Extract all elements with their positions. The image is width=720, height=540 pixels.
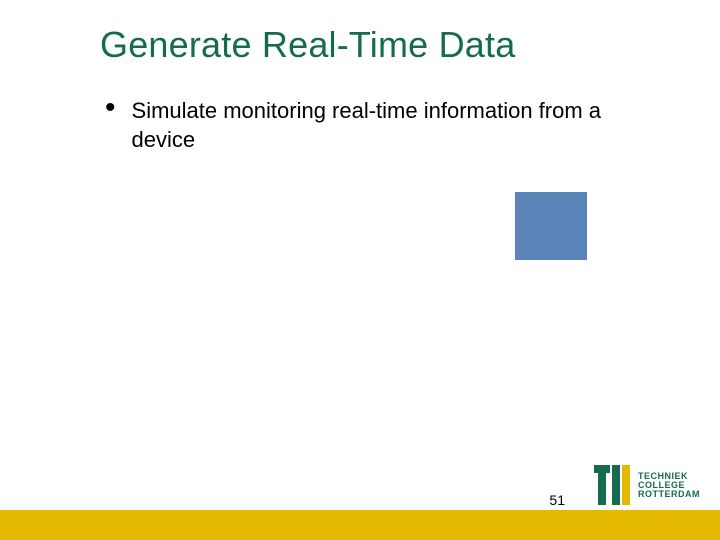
slide: Generate Real-Time Data • Simulate monit…	[0, 0, 720, 540]
logo-line3: ROTTERDAM	[638, 490, 700, 499]
decorative-square	[515, 192, 587, 260]
footer-bar	[0, 510, 720, 540]
page-number: 51	[549, 492, 565, 508]
bullet-text: Simulate monitoring real-time informatio…	[132, 96, 645, 154]
bullet-dot-icon: •	[105, 98, 116, 118]
footer-logo: TECHNIEK COLLEGE ROTTERDAM	[588, 462, 706, 508]
bullet-item: • Simulate monitoring real-time informat…	[105, 96, 645, 154]
logo-text: TECHNIEK COLLEGE ROTTERDAM	[638, 472, 700, 499]
logo-mark-icon	[594, 465, 630, 505]
slide-title: Generate Real-Time Data	[100, 24, 515, 66]
